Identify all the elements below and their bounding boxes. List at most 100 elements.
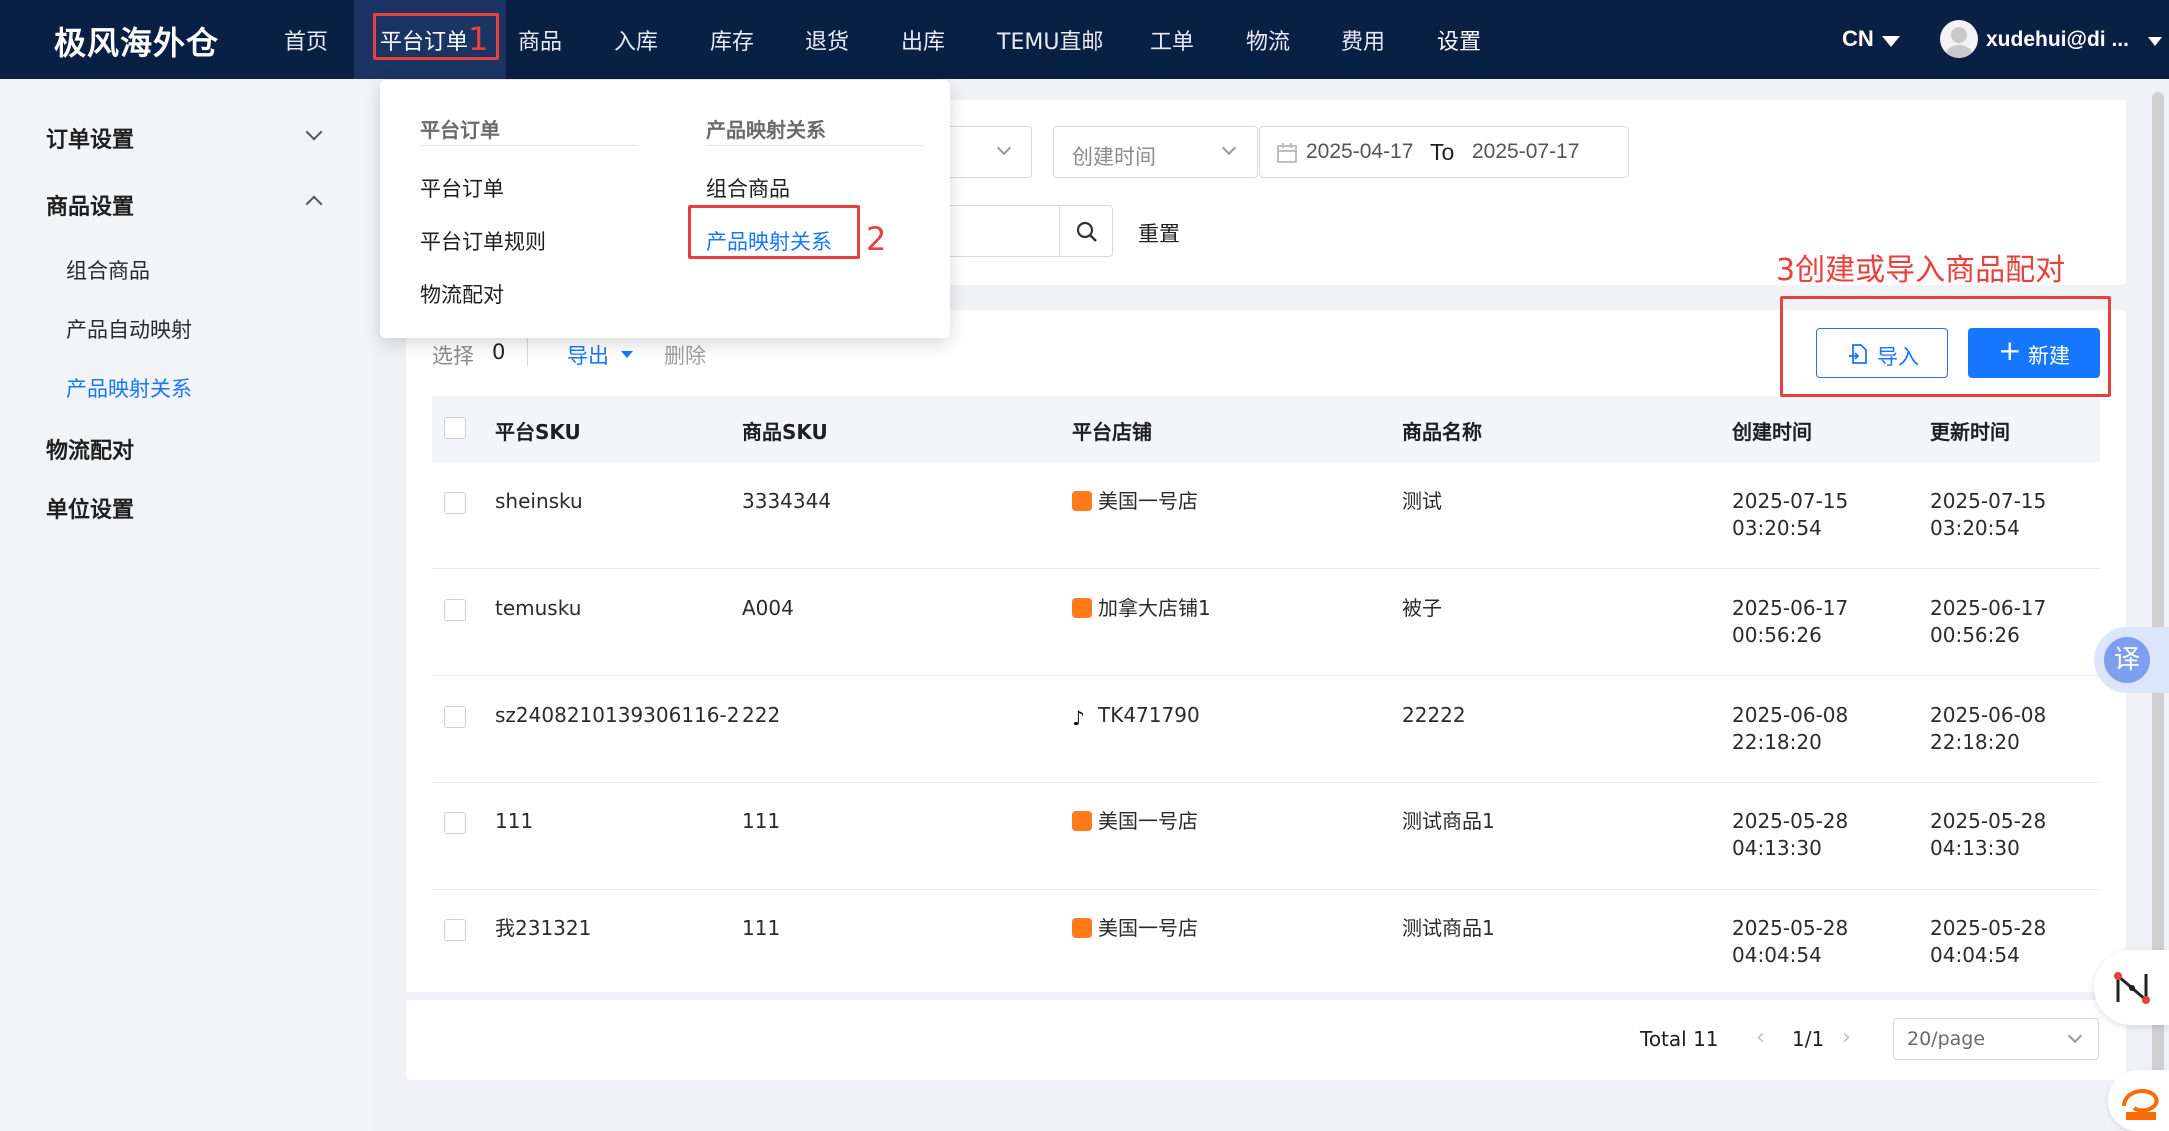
shop-icon [1072,598,1092,618]
col-product-name: 商品名称 [1402,420,1482,444]
sidebar-item-auto-mapping[interactable]: 产品自动映射 [66,314,192,344]
cell-product-sku: A004 [742,596,794,620]
pagination-total: Total 11 [1640,1027,1719,1051]
sidebar-group-unit-settings[interactable]: 单位设置 [46,492,134,524]
cell-shop: 美国一号店 [1072,808,1198,835]
annotation-box-2 [688,205,860,259]
shop-name: 美国一号店 [1098,489,1198,513]
nav-inventory[interactable]: 库存 [710,24,754,56]
alibaba-logo-icon [2122,1089,2159,1120]
delete-button[interactable]: 删除 [664,340,706,370]
sidebar-group-logistics-pairing[interactable]: 物流配对 [46,433,134,465]
sidebar-item-combo-products[interactable]: 组合商品 [66,255,150,285]
menu-item-platform-orders[interactable]: 平台订单 [420,173,504,203]
nav-outbound[interactable]: 出库 [901,24,945,56]
sidebar-group-product-settings[interactable]: 商品设置 [46,189,134,221]
annotation-label-3: 3创建或导入商品配对 [1776,253,2066,288]
caret-down-icon [621,351,633,358]
sidebar-group-order-settings[interactable]: 订单设置 [46,122,134,154]
nav-home[interactable]: 首页 [284,24,328,56]
translate-icon: 译 [2104,637,2150,683]
cell-updated-time: 04:04:54 [1930,943,2020,967]
toolbar-divider [527,338,528,366]
cell-created-time: 04:13:30 [1732,836,1822,860]
menu-item-logistics-pairing[interactable]: 物流配对 [420,279,504,309]
network-logo-icon [2114,972,2150,1004]
brand-logo: 极风海外仓 [54,24,220,62]
nav-returns[interactable]: 退货 [805,24,849,56]
nav-settings[interactable]: 设置 [1437,24,1481,56]
alibaba-1688-widget[interactable] [2108,1070,2169,1131]
dropdown-divider [706,145,924,146]
nav-inbound[interactable]: 入库 [614,24,658,56]
pager-separator [406,992,2126,1000]
cell-platform-sku: temusku [495,596,582,620]
cell-created-time: 04:04:54 [1732,943,1822,967]
menu-item-platform-order-rules[interactable]: 平台订单规则 [420,226,546,256]
nav-products[interactable]: 商品 [518,24,562,56]
dropdown-col1-title: 平台订单 [420,118,500,142]
cell-product-name: 被子 [1402,596,1442,620]
sidebar-item-mapping-relations[interactable]: 产品映射关系 [66,373,192,403]
cell-product-name: 测试商品1 [1402,916,1495,940]
cell-product-sku: 3334344 [742,489,832,513]
assistant-widget[interactable] [2094,950,2169,1025]
date-to: 2025-07-17 [1472,140,1580,163]
translate-widget[interactable]: 译 [2094,627,2169,693]
export-button[interactable]: 导出 [567,340,609,370]
dropdown-divider [420,145,638,146]
nav-temu-direct[interactable]: TEMU直邮 [997,24,1103,56]
cell-product-name: 测试 [1402,489,1442,513]
row-checkbox[interactable] [444,492,466,514]
cell-product-sku: 111 [742,809,781,833]
nav-fees[interactable]: 费用 [1341,24,1385,56]
row-checkbox[interactable] [444,599,466,621]
sidebar [0,79,372,1131]
pagination-page: 1/1 [1792,1027,1825,1051]
cell-updated-time: 04:13:30 [1930,836,2020,860]
time-type-select[interactable]: 创建时间 [1053,126,1258,178]
row-checkbox[interactable] [444,706,466,728]
select-label: 选择 [432,344,474,368]
date-range-picker[interactable]: 2025-04-17 To 2025-07-17 [1259,126,1629,178]
annotation-box-3 [1780,296,2111,397]
cell-created-date: 2025-06-08 [1732,703,1849,727]
time-type-value: 创建时间 [1072,145,1156,169]
shop-name: 美国一号店 [1098,916,1198,940]
prev-page-icon[interactable]: ‹ [1756,1025,1765,1050]
cell-created-time: 03:20:54 [1732,516,1822,540]
language-selector[interactable]: CN [1842,26,1874,52]
select-count: 0 [492,340,506,364]
search-button[interactable] [1059,205,1113,257]
shop-icon [1072,811,1092,831]
select-all-checkbox[interactable] [444,417,466,439]
nav-logistics[interactable]: 物流 [1246,24,1290,56]
row-checkbox[interactable] [444,919,466,941]
cell-platform-sku: sheinsku [495,489,583,513]
user-menu[interactable]: xudehui@di ... [1986,28,2129,52]
page-size-value: 20/page [1907,1028,1986,1050]
cell-updated-date: 2025-06-17 [1930,596,2047,620]
page-size-select[interactable]: 20/page [1893,1018,2099,1060]
cell-product-sku: 222 [742,703,781,727]
cell-platform-sku: 我231321 [495,916,592,940]
cell-created-date: 2025-07-15 [1732,489,1849,513]
shop-name: 美国一号店 [1098,809,1198,833]
annotation-label-2: 2 [866,220,887,258]
menu-item-combo-products[interactable]: 组合商品 [706,173,790,203]
cell-product-name: 22222 [1402,703,1466,727]
chevron-down-icon [1221,140,1237,156]
row-divider [432,675,2100,676]
shop-icon [1072,491,1092,511]
cell-shop: 美国一号店 [1072,915,1198,942]
row-checkbox[interactable] [444,812,466,834]
avatar[interactable] [1940,20,1978,58]
col-updated-time: 更新时间 [1930,420,2010,444]
cell-product-name: 测试商品1 [1402,809,1495,833]
cell-updated-date: 2025-07-15 [1930,489,2047,513]
next-page-icon[interactable]: › [1842,1025,1851,1050]
chevron-down-icon [2067,1028,2083,1044]
nav-tickets[interactable]: 工单 [1150,24,1194,56]
row-divider [432,889,2100,890]
reset-button[interactable]: 重置 [1138,218,1180,248]
